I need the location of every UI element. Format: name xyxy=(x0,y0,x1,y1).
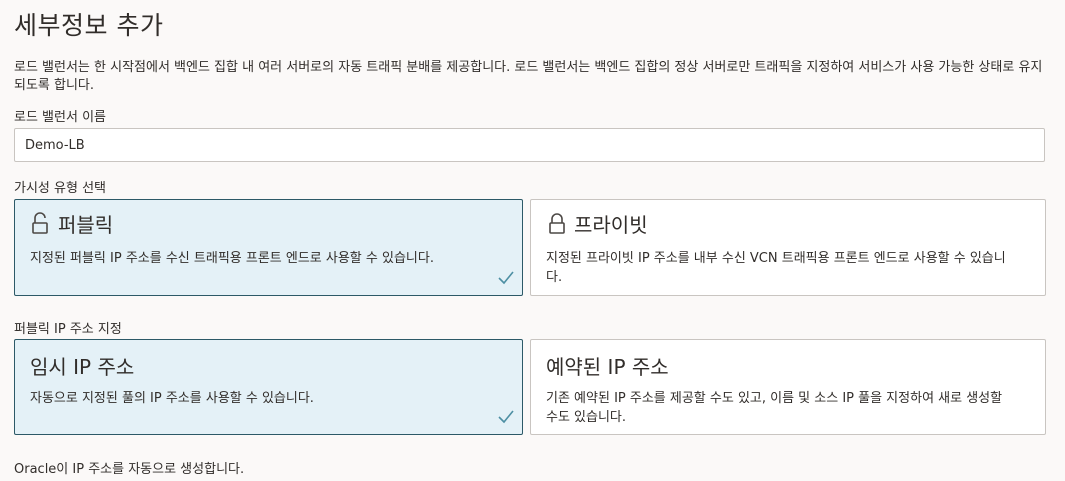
name-field-label: 로드 밸런서 이름 xyxy=(14,110,106,125)
ip-option-reserved-description: 기존 예약된 IP 주소를 제공할 수도 있고, 이름 및 소스 IP 풀을 지… xyxy=(546,391,1003,425)
ip-option-reserved-title: 예약된 IP 주소 xyxy=(546,355,669,379)
ip-option-ephemeral-title: 임시 IP 주소 xyxy=(30,355,135,379)
visibility-option-private-description: 지정된 프라이빗 IP 주소를 내부 수신 VCN 트래픽용 프론트 엔드로 사… xyxy=(546,251,1006,285)
checkmark-icon xyxy=(498,271,514,285)
ip-option-reserved[interactable]: 예약된 IP 주소 기존 예약된 IP 주소를 제공할 수도 있고, 이름 및 … xyxy=(530,339,1046,435)
ip-assign-label: 퍼블릭 IP 주소 지정 xyxy=(14,322,122,337)
unlock-icon xyxy=(32,211,48,234)
page-title: 세부정보 추가 xyxy=(14,11,164,40)
visibility-option-public-title: 퍼블릭 xyxy=(58,213,114,237)
page-description: 로드 밸런서는 한 시작점에서 백엔드 집합 내 여러 서버로의 자동 트래픽 … xyxy=(14,60,1043,93)
visibility-option-public[interactable]: 퍼블릭 지정된 퍼블릭 IP 주소를 수신 트래픽용 프론트 엔드로 사용할 수… xyxy=(14,199,523,296)
checkmark-icon xyxy=(498,410,514,424)
lock-icon xyxy=(549,212,565,234)
visibility-option-private[interactable]: 프라이빗 지정된 프라이빗 IP 주소를 내부 수신 VCN 트래픽용 프론트 … xyxy=(530,199,1046,296)
footer-note: Oracle이 IP 주소를 자동으로 생성합니다. xyxy=(14,462,245,477)
ip-option-ephemeral-description: 자동으로 지정된 풀의 IP 주소를 사용할 수 있습니다. xyxy=(30,391,314,406)
visibility-label: 가시성 유형 선택 xyxy=(14,181,106,196)
visibility-option-public-description: 지정된 퍼블릭 IP 주소를 수신 트래픽용 프론트 엔드로 사용할 수 있습니… xyxy=(30,251,434,266)
load-balancer-name-input[interactable] xyxy=(14,128,1045,162)
visibility-option-private-title: 프라이빗 xyxy=(574,213,648,237)
ip-option-ephemeral[interactable]: 임시 IP 주소 자동으로 지정된 풀의 IP 주소를 사용할 수 있습니다. xyxy=(14,339,523,435)
